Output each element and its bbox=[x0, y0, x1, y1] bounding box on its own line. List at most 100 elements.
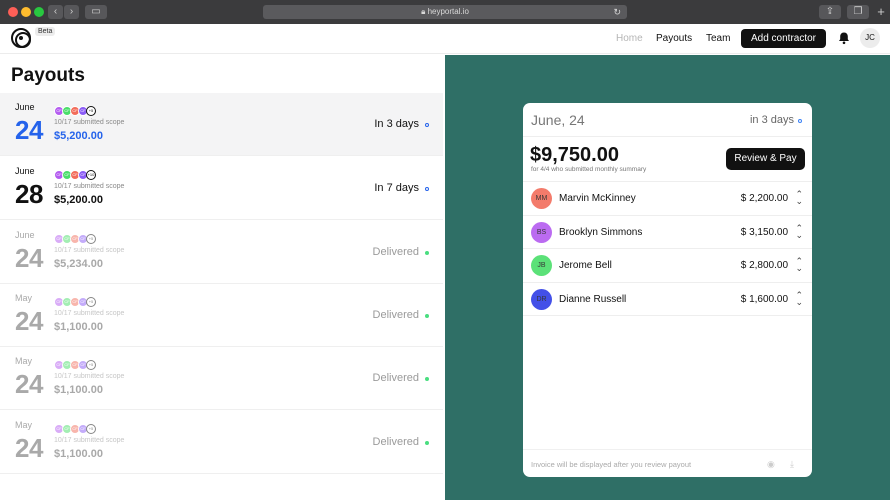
expand-chevron-icon[interactable]: ⌃ ⌄ bbox=[795, 290, 803, 306]
tabs-overview-icon[interactable]: ❐ bbox=[847, 5, 869, 19]
download-icon[interactable]: ⤓ bbox=[790, 459, 794, 470]
payout-amount: $1,100.00 bbox=[54, 321, 103, 333]
eye-icon[interactable]: ◉ bbox=[767, 459, 775, 470]
pending-status-dot-icon bbox=[798, 119, 802, 123]
status-dot-icon bbox=[425, 314, 429, 318]
detail-subtitle: for 4/4 who submitted monthly summary bbox=[531, 166, 647, 173]
contractor-avatar: DR bbox=[531, 288, 552, 310]
user-avatar[interactable]: JC bbox=[860, 28, 880, 48]
reload-icon[interactable]: ↻ bbox=[613, 5, 621, 19]
detail-header: June, 24 in 3 days bbox=[523, 103, 812, 137]
sidebar-toggle-icon[interactable]: ▭ bbox=[85, 5, 107, 19]
minimize-window-button[interactable] bbox=[21, 7, 31, 17]
more-avatars-count: +5 bbox=[86, 234, 96, 244]
address-bar[interactable]: 🔒︎ heyportal.io ↻ bbox=[263, 5, 627, 19]
nav-link-team[interactable]: Team bbox=[706, 33, 730, 44]
payout-scope: 10/17 submitted scope bbox=[54, 310, 125, 317]
status-dot-icon bbox=[425, 251, 429, 255]
payout-row[interactable]: June 28 CF CF CF CF +10 10/17 submitted scope $5… bbox=[0, 157, 443, 220]
address-bar-url: heyportal.io bbox=[427, 7, 469, 16]
contractor-avatar: MM bbox=[531, 188, 552, 209]
share-icon[interactable]: ⇪ bbox=[819, 5, 841, 19]
contractor-name: Jerome Bell bbox=[559, 260, 612, 271]
payout-month: May bbox=[15, 293, 33, 303]
payout-amount: $5,234.00 bbox=[54, 258, 103, 270]
payout-row[interactable]: May 24 CF CF CF CF +5 10/17 submitted scope $1,1… bbox=[0, 284, 443, 347]
contractor-amount: $ 2,800.00 bbox=[740, 260, 788, 271]
payout-amount: $1,100.00 bbox=[54, 384, 103, 396]
status-dot-icon bbox=[425, 377, 429, 381]
payout-day: 24 bbox=[15, 306, 43, 336]
contractor-payout-row[interactable]: DR Dianne Russell $ 1,600.00 ⌃ ⌄ bbox=[523, 281, 812, 315]
contractor-payout-row[interactable]: JB Jerome Bell $ 2,800.00 ⌃ ⌄ bbox=[523, 248, 812, 281]
payout-row[interactable]: May 24 CF CF CF CF +5 10/17 submitted scope $1,1… bbox=[0, 411, 443, 474]
invoice-note: Invoice will be displayed after you revi… bbox=[531, 460, 692, 469]
nav-link-payouts[interactable]: Payouts bbox=[656, 33, 692, 44]
payout-status: Delivered bbox=[372, 309, 419, 321]
payout-scope: 10/17 submitted scope bbox=[54, 247, 125, 254]
expand-chevron-icon[interactable]: ⌃ ⌄ bbox=[795, 223, 803, 239]
expand-chevron-icon[interactable]: ⌃ ⌄ bbox=[795, 190, 803, 206]
detail-due-label: in 3 days bbox=[749, 114, 794, 126]
payout-status: Delivered bbox=[372, 246, 419, 258]
forward-icon[interactable]: › bbox=[64, 5, 79, 19]
detail-date: June, 24 bbox=[531, 112, 585, 128]
lock-icon: 🔒︎ bbox=[421, 7, 426, 16]
contractor-amount: $ 2,200.00 bbox=[740, 193, 788, 204]
payout-day: 24 bbox=[15, 369, 43, 399]
payout-scope: 10/17 submitted scope bbox=[54, 437, 125, 444]
list-divider bbox=[523, 315, 812, 316]
payout-row[interactable]: May 24 CF CF CF CF +5 10/17 submitted scope $1,1… bbox=[0, 347, 443, 410]
back-icon[interactable]: ‹ bbox=[48, 5, 63, 19]
page-title: Payouts bbox=[11, 65, 85, 86]
payout-amount: $1,100.00 bbox=[54, 448, 103, 460]
detail-footer: Invoice will be displayed after you revi… bbox=[523, 449, 812, 477]
contractor-name: Brooklyn Simmons bbox=[559, 226, 643, 238]
bell-icon[interactable] bbox=[837, 31, 851, 45]
contractor-name: Marvin McKinney bbox=[559, 193, 636, 204]
contractor-payout-row[interactable]: BS Brooklyn Simmons $ 3,150.00 ⌃ ⌄ bbox=[523, 214, 812, 248]
detail-total: $9,750.00 bbox=[530, 144, 619, 166]
expand-chevron-icon[interactable]: ⌃ ⌄ bbox=[795, 257, 803, 273]
payout-detail-card: June, 24 in 3 days $9,750.00 for 4/4 who… bbox=[523, 103, 812, 477]
payout-scope: 10/17 submitted scope bbox=[54, 119, 125, 126]
contractor-avatar: JB bbox=[531, 255, 552, 276]
payout-status: In 3 days bbox=[374, 118, 419, 130]
contractor-name: Dianne Russell bbox=[559, 293, 627, 305]
add-contractor-button[interactable]: Add contractor bbox=[741, 29, 826, 48]
payout-status: Delivered bbox=[372, 372, 419, 384]
status-dot-icon bbox=[425, 441, 429, 445]
payout-month: June bbox=[15, 102, 35, 112]
portal-logo-icon[interactable] bbox=[11, 28, 31, 48]
contractor-amount: $ 1,600.00 bbox=[740, 293, 788, 305]
payout-month: May bbox=[15, 420, 33, 430]
nav-link-home[interactable]: Home bbox=[616, 33, 643, 44]
payout-status: Delivered bbox=[372, 436, 419, 448]
status-dot-icon bbox=[425, 123, 429, 127]
payouts-list-panel: Payouts June 24 CF CF CF CF +5 10/17 submitted … bbox=[0, 55, 445, 500]
payout-scope: 10/17 submitted scope bbox=[54, 373, 125, 380]
payout-row[interactable]: June 24 CF CF CF CF +5 10/17 submitted scope $5,… bbox=[0, 221, 443, 284]
more-avatars-count: +5 bbox=[86, 297, 96, 307]
contractor-payout-row[interactable]: MM Marvin McKinney $ 2,200.00 ⌃ ⌄ bbox=[523, 181, 812, 214]
more-avatars-count: +5 bbox=[86, 360, 96, 370]
payout-month: June bbox=[15, 166, 35, 176]
payout-scope: 10/17 submitted scope bbox=[54, 183, 125, 190]
contractor-avatar: BS bbox=[531, 221, 552, 243]
maximize-window-button[interactable] bbox=[34, 7, 44, 17]
payout-amount: $5,200.00 bbox=[54, 130, 103, 142]
contractor-amount: $ 3,150.00 bbox=[740, 226, 788, 238]
close-window-button[interactable] bbox=[8, 7, 18, 17]
review-and-pay-button[interactable]: Review & Pay bbox=[726, 148, 805, 170]
more-avatars-count: +10 bbox=[86, 170, 96, 180]
payout-amount: $5,200.00 bbox=[54, 194, 103, 206]
new-tab-icon[interactable]: + bbox=[874, 5, 888, 19]
more-avatars-count: +5 bbox=[86, 424, 96, 434]
payout-row[interactable]: June 24 CF CF CF CF +5 10/17 submitted scope $5,… bbox=[0, 93, 443, 156]
status-dot-icon bbox=[425, 187, 429, 191]
more-avatars-count: +5 bbox=[86, 106, 96, 116]
payout-day: 28 bbox=[15, 179, 43, 209]
payout-day: 24 bbox=[15, 433, 43, 463]
payout-status: In 7 days bbox=[374, 182, 419, 194]
payout-day: 24 bbox=[15, 243, 43, 273]
